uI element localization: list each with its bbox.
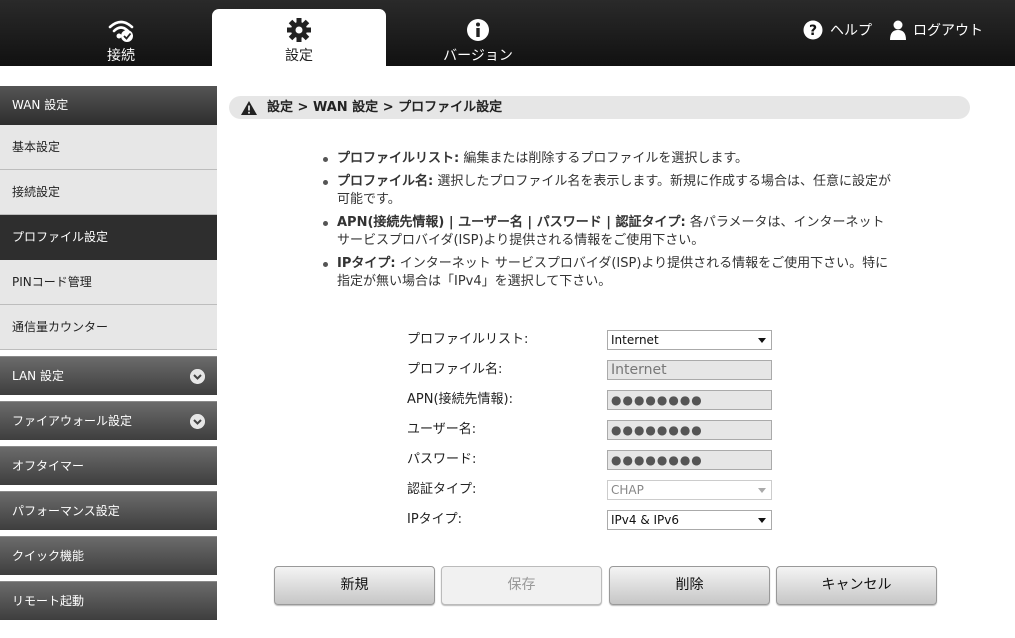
sidebar-item-off-timer[interactable]: オフタイマー: [0, 446, 217, 485]
sidebar-item-performance-settings[interactable]: パフォーマンス設定: [0, 491, 217, 530]
save-button[interactable]: 保存: [441, 566, 602, 605]
profile-list-label: プロファイルリスト:: [407, 332, 529, 347]
help-term: IPタイプ:: [337, 256, 396, 271]
sidebar-item-label: WAN 設定: [12, 98, 69, 112]
sidebar-subitem-traffic-counter[interactable]: 通信量カウンター: [0, 305, 217, 350]
help-item: プロファイル名: 選択したプロファイル名を表示します。新規に作成する場合は、任意…: [321, 173, 901, 209]
help-term: APN(接続先情報) | ユーザー名 | パスワード | 認証タイプ:: [337, 215, 686, 230]
sidebar-item-label: LAN 設定: [12, 369, 64, 383]
tab-connection[interactable]: 接続: [34, 9, 208, 66]
sidebar-item-label: PINコード管理: [12, 275, 92, 289]
help-desc: 編集または削除するプロファイルを選択します。: [463, 151, 749, 166]
password-input[interactable]: ●●●●●●●●: [607, 450, 772, 470]
sidebar: WAN 設定 基本設定 接続設定 プロファイル設定 PINコード管理 通信量カウ…: [0, 86, 217, 626]
new-button[interactable]: 新規: [274, 566, 435, 605]
tab-connection-label: 接続: [107, 48, 135, 64]
warning-icon: [241, 101, 257, 115]
sidebar-subitem-basic-settings[interactable]: 基本設定: [0, 125, 217, 170]
sidebar-item-wan-settings[interactable]: WAN 設定: [0, 86, 217, 125]
profile-name-label: プロファイル名:: [407, 362, 503, 377]
sidebar-item-label: ファイアウォール設定: [12, 414, 133, 428]
delete-button[interactable]: 削除: [609, 566, 770, 605]
chevron-down-icon: [190, 414, 205, 429]
sidebar-item-lan-settings[interactable]: LAN 設定: [0, 356, 217, 395]
help-icon: ?: [803, 20, 823, 40]
auth-type-select[interactable]: CHAP: [607, 480, 772, 500]
profile-name-input[interactable]: Internet: [607, 360, 772, 380]
help-desc: インターネット サービスプロバイダ(ISP)より提供される情報をご使用下さい。特…: [337, 256, 889, 289]
help-term: プロファイル名:: [337, 174, 434, 189]
apn-input[interactable]: ●●●●●●●●: [607, 390, 772, 410]
sidebar-item-label: リモート起動: [12, 594, 85, 608]
logout-label: ログアウト: [913, 23, 983, 39]
sidebar-group-wan: WAN 設定 基本設定 接続設定 プロファイル設定 PINコード管理 通信量カウ…: [0, 86, 217, 350]
help-item: APN(接続先情報) | ユーザー名 | パスワード | 認証タイプ: 各パラメ…: [321, 214, 901, 250]
info-icon: [467, 19, 489, 41]
username-label: ユーザー名:: [407, 422, 477, 437]
password-label: パスワード:: [407, 452, 477, 467]
chevron-down-icon: [190, 369, 205, 384]
help-item: IPタイプ: インターネット サービスプロバイダ(ISP)より提供される情報をご…: [321, 255, 901, 291]
help-description: プロファイルリスト: 編集または削除するプロファイルを選択します。 プロファイル…: [321, 150, 901, 296]
ip-type-label: IPタイプ:: [407, 512, 463, 527]
sidebar-item-quick-function[interactable]: クイック機能: [0, 536, 217, 575]
sidebar-item-label: 基本設定: [12, 140, 61, 154]
help-term: プロファイルリスト:: [337, 151, 460, 166]
sidebar-item-label: オフタイマー: [12, 459, 85, 473]
username-input[interactable]: ●●●●●●●●: [607, 420, 772, 440]
user-icon: [890, 20, 906, 40]
tab-version-label: バージョン: [443, 48, 513, 64]
sidebar-item-remote-wakeup[interactable]: リモート起動: [0, 581, 217, 620]
tab-settings-label: 設定: [285, 48, 313, 64]
profile-list-select[interactable]: Internet: [607, 330, 772, 350]
logout-link[interactable]: ログアウト: [890, 20, 983, 40]
sidebar-item-label: パフォーマンス設定: [12, 504, 120, 518]
breadcrumb-text: 設定 > WAN 設定 > プロファイル設定: [267, 100, 503, 115]
help-label: ヘルプ: [830, 23, 872, 39]
sidebar-subitem-profile-settings[interactable]: プロファイル設定: [0, 215, 217, 260]
sidebar-subitem-connection-settings[interactable]: 接続設定: [0, 170, 217, 215]
sidebar-item-label: クイック機能: [12, 549, 85, 563]
top-navigation-bar: 接続 設定 バージョン ? ヘルプ ログアウト: [0, 0, 1015, 66]
sidebar-item-label: 通信量カウンター: [12, 320, 109, 334]
sidebar-subitem-pin-management[interactable]: PINコード管理: [0, 260, 217, 305]
breadcrumb: 設定 > WAN 設定 > プロファイル設定: [229, 96, 970, 119]
sidebar-item-label: プロファイル設定: [12, 230, 109, 244]
help-link[interactable]: ? ヘルプ: [803, 20, 872, 40]
tab-settings[interactable]: 設定: [212, 9, 386, 66]
svg-text:?: ?: [809, 23, 817, 39]
top-links: ? ヘルプ ログアウト: [785, 20, 983, 40]
gear-icon: [287, 18, 311, 42]
sidebar-item-label: 接続設定: [12, 185, 61, 199]
ip-type-select[interactable]: IPv4 & IPv6: [607, 510, 772, 530]
apn-label: APN(接続先情報):: [407, 392, 513, 407]
cancel-button[interactable]: キャンセル: [776, 566, 937, 605]
wifi-check-icon: [108, 20, 134, 42]
help-item: プロファイルリスト: 編集または削除するプロファイルを選択します。: [321, 150, 901, 168]
sidebar-item-firewall-settings[interactable]: ファイアウォール設定: [0, 401, 217, 440]
auth-type-label: 認証タイプ:: [407, 482, 477, 497]
tab-version[interactable]: バージョン: [391, 9, 565, 66]
